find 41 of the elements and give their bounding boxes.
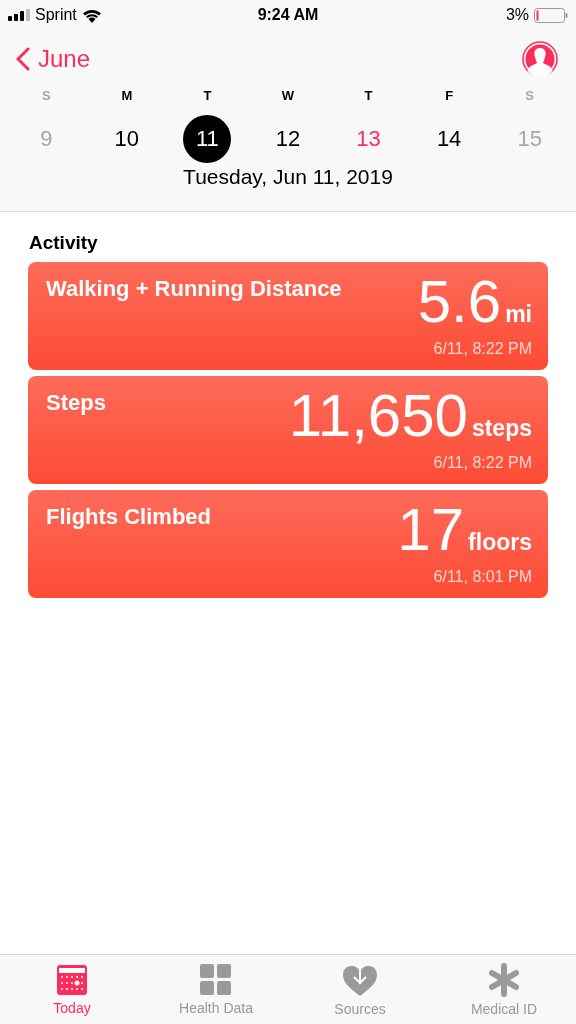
calendar-day[interactable]: S 9 <box>6 88 87 163</box>
heart-download-icon <box>342 962 378 997</box>
card-time: 6/11, 8:22 PM <box>433 340 532 358</box>
tab-button[interactable]: Medical ID <box>432 955 576 1024</box>
card-title: Flights Climbed <box>46 504 211 531</box>
tab-button[interactable]: Today <box>0 955 144 1024</box>
wifi-icon <box>81 7 102 23</box>
card-unit: floors <box>468 531 532 554</box>
calendar-day[interactable]: M 10 <box>86 88 168 163</box>
card-unit: steps <box>471 417 532 440</box>
card-time: 6/11, 8:01 PM <box>433 568 532 586</box>
card-time: 6/11, 8:22 PM <box>433 454 532 472</box>
card-title: Walking + Running Distance <box>46 276 342 303</box>
activity-card[interactable]: Flights Climbed 17 floors 6/11, 8:01 PM <box>28 490 548 598</box>
calendar-day[interactable]: S 15 <box>489 88 570 163</box>
tab-button[interactable]: Sources <box>288 955 432 1024</box>
card-value: 5.6 <box>417 272 502 332</box>
card-unit: mi <box>505 303 532 326</box>
calendar-day[interactable]: W 12 <box>247 88 329 163</box>
status-time: 9:24 AM <box>257 6 319 24</box>
selected-date: Tuesday, Jun 11, 2019 <box>182 165 394 189</box>
calendar-day[interactable]: T 11 <box>167 88 248 163</box>
tab-button[interactable]: Health Data <box>144 955 288 1024</box>
profile-icon[interactable] <box>522 41 558 77</box>
calendar-day[interactable]: T 13 <box>328 88 409 163</box>
card-title: Steps <box>46 390 106 417</box>
section-title: Activity <box>29 232 99 254</box>
battery-percent: 3% <box>505 6 529 24</box>
back-button[interactable]: June <box>16 45 91 73</box>
carrier-name: Sprint <box>35 6 77 24</box>
chevron-left-icon <box>16 47 30 71</box>
calendar-icon <box>56 963 88 996</box>
card-value: 17 <box>397 500 465 560</box>
grid-icon <box>200 963 232 996</box>
activity-card[interactable]: Walking + Running Distance 5.6 mi 6/11, 8:22 PM <box>28 262 548 370</box>
signal-icon <box>8 9 30 21</box>
asterisk-icon <box>487 962 521 997</box>
calendar-day[interactable]: F 14 <box>408 88 490 163</box>
battery-icon <box>534 7 568 23</box>
activity-card[interactable]: Steps 11,650 steps 6/11, 8:22 PM <box>28 376 548 484</box>
card-value: 11,650 <box>288 386 468 446</box>
